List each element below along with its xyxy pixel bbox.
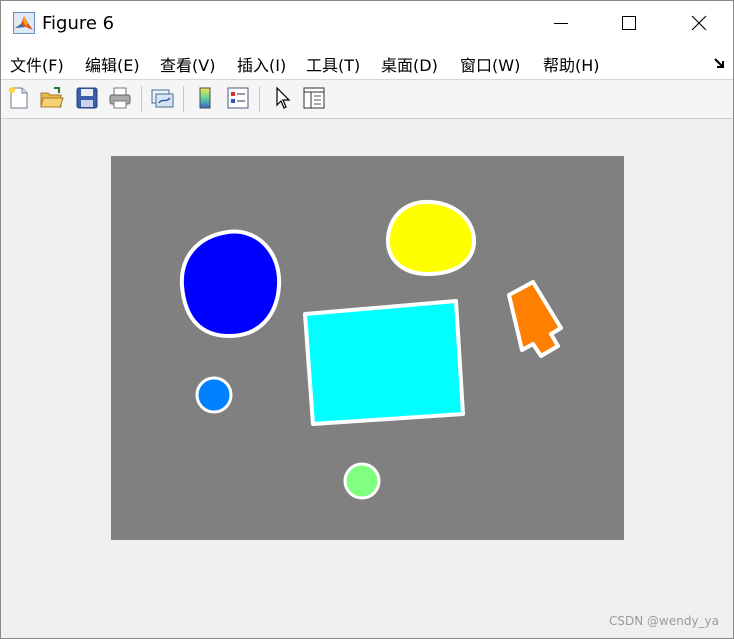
menu-window[interactable]: 窗口(W) [460, 52, 520, 76]
link-plot-icon[interactable] [149, 85, 175, 111]
segmented-image [111, 156, 624, 540]
pointer-icon[interactable] [269, 85, 295, 111]
open-file-icon[interactable] [39, 85, 65, 111]
property-inspector-icon[interactable] [301, 85, 327, 111]
menu-bar: 文件(F) 编辑(E) 查看(V) 插入(I) 工具(T) 桌面(D) 窗口(W… [1, 45, 733, 80]
close-button[interactable] [669, 1, 729, 45]
menu-help[interactable]: 帮助(H) [543, 52, 600, 76]
menu-tools[interactable]: 工具(T) [306, 52, 360, 76]
blue-blob [179, 229, 282, 338]
toolbar-separator [141, 86, 142, 112]
menu-file[interactable]: 文件(F) [10, 52, 64, 76]
toolbar-separator [183, 86, 184, 112]
toolbar-separator [259, 86, 260, 112]
colorbar-icon[interactable] [192, 85, 218, 111]
new-figure-icon[interactable] [6, 85, 32, 111]
maximize-button[interactable] [599, 1, 659, 45]
close-icon [691, 15, 707, 31]
matlab-logo-icon [13, 12, 35, 34]
maximize-icon [621, 15, 637, 31]
figure-window: Figure 6 文件(F) 编辑(E) 查看(V) 插入(I) 工具(T) 桌… [0, 0, 734, 639]
yellow-blob [385, 199, 477, 277]
minimize-icon [553, 15, 569, 31]
figure-toolbar [1, 80, 733, 119]
figure-canvas[interactable] [1, 119, 733, 638]
print-icon[interactable] [107, 85, 133, 111]
menu-edit[interactable]: 编辑(E) [85, 52, 140, 76]
cyan-rectangle [303, 299, 465, 426]
watermark-text: CSDN @wendy_ya [609, 614, 720, 628]
dock-arrow-icon[interactable] [713, 56, 727, 70]
azure-circle [195, 376, 233, 414]
legend-icon[interactable] [225, 85, 251, 111]
menu-insert[interactable]: 插入(I) [237, 52, 286, 76]
orange-bottle [507, 280, 563, 358]
menu-desktop[interactable]: 桌面(D) [381, 52, 438, 76]
title-bar[interactable]: Figure 6 [1, 1, 733, 45]
minimize-button[interactable] [531, 1, 591, 45]
window-title: Figure 6 [42, 13, 115, 34]
lightgreen-circle [343, 462, 381, 500]
save-icon[interactable] [74, 85, 100, 111]
menu-view[interactable]: 查看(V) [160, 52, 215, 76]
